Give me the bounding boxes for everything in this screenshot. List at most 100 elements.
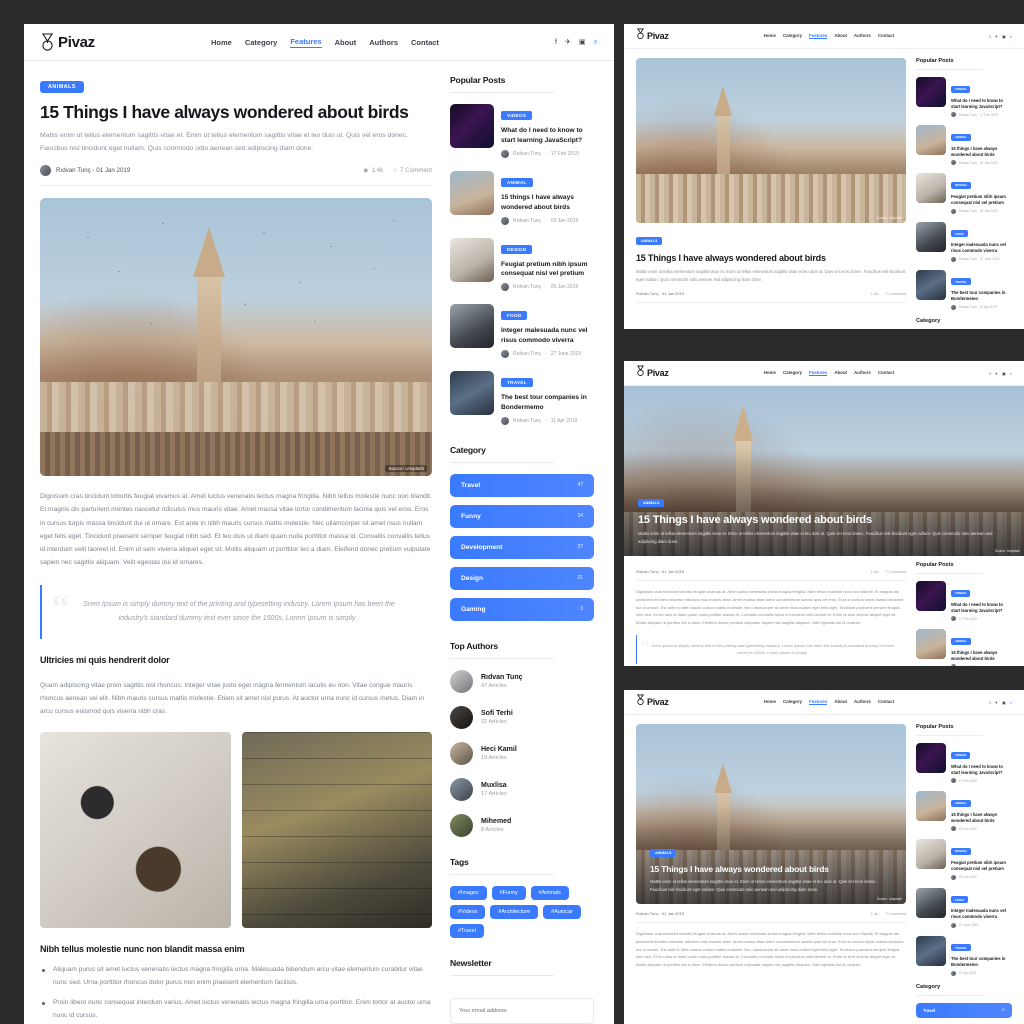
twitter-icon[interactable]: ✈ [995,371,998,376]
post-title[interactable]: 15 things I have always wondered about b… [951,146,1012,158]
list-item[interactable]: FOOD Integer malesuada nunc vel risus co… [450,304,594,358]
facebook-icon[interactable]: f [989,34,990,39]
list-item[interactable]: DESIGN Feugiat pretium nibh ipsum consequ… [916,173,1012,213]
post-title[interactable]: The best tour companies in Bondermemo [951,290,1012,302]
post-badge[interactable]: DESIGN [501,245,532,254]
list-item[interactable]: TRAVEL The best tour companies in Bonderm… [916,270,1012,310]
article-category-badge[interactable]: ANIMALS [650,849,676,857]
nav-item-about[interactable]: About [834,699,847,705]
nav-item-contact[interactable]: Contact [878,370,894,376]
post-title[interactable]: Integer malesuada nunc vel risus commodo… [501,326,594,346]
nav-item-authors[interactable]: Authors [369,38,398,47]
post-badge[interactable]: DESIGN [951,848,971,855]
instagram-icon[interactable]: ▣ [1002,700,1006,705]
post-title[interactable]: The best tour companies in Bondermemo [951,956,1012,968]
list-item[interactable]: FOOD Integer malesuada nunc vel risus com… [916,888,1012,928]
post-title[interactable]: What do I need to know to start learning… [951,764,1012,776]
twitter-icon[interactable]: ✈ [565,38,571,46]
article-category-badge[interactable]: ANIMALS [40,81,84,93]
article-category-badge[interactable]: ANIMALS [638,499,664,507]
preview-variant-1[interactable]: Pivaz Home Category Features About Autho… [624,24,1024,329]
category-item-travel[interactable]: Travel47 [450,474,594,497]
preview-variant-2[interactable]: Pivaz Home Category Features About Autho… [624,361,1024,666]
list-item[interactable]: ANIMAL 15 things I have always wondered … [450,171,594,225]
nav-item-contact[interactable]: Contact [878,699,894,705]
site-logo[interactable]: Pivaz [636,27,669,45]
post-title[interactable]: Integer malesuada nunc vel risus commodo… [951,242,1012,254]
nav-item-authors[interactable]: Authors [854,699,871,705]
nav-item-contact[interactable]: Contact [878,33,894,39]
category-item-gaming[interactable]: Gaming3 [450,598,594,621]
nav-item-about[interactable]: About [335,38,357,47]
post-title[interactable]: Feugiat pretium nibh ipsum consequat nis… [501,260,594,280]
article-author[interactable]: Rıdvan Tunç - 01 Jan 2019 [40,165,130,176]
post-badge[interactable]: VIDEOS [951,752,970,759]
post-title[interactable]: Feugiat pretium nibh ipsum consequat nis… [951,194,1012,206]
site-logo[interactable]: Pivaz [636,693,669,711]
list-item[interactable]: VIDEOS What do I need to know to start le… [916,743,1012,783]
list-item[interactable]: TRAVEL The best tour companies in Bonder… [450,371,594,425]
post-title[interactable]: What do I need to know to start learning… [951,98,1012,110]
nav-item-authors[interactable]: Authors [854,370,871,376]
instagram-icon[interactable]: ▣ [1002,34,1006,39]
post-title[interactable]: What do I need to know to start learning… [951,602,1012,614]
tag-videos[interactable]: #Videos [450,905,485,919]
nav-item-authors[interactable]: Authors [854,33,871,39]
tag-autocar[interactable]: #Autocar [543,905,581,919]
search-icon[interactable]: ⌕ [1010,34,1012,39]
tag-images[interactable]: #Images [450,886,487,900]
post-badge[interactable]: ANIMAL [501,178,533,187]
category-item-funny[interactable]: Funny34 [450,505,594,528]
category-item-development[interactable]: Development27 [450,536,594,559]
post-badge[interactable]: FOOD [951,896,968,903]
category-item-travel[interactable]: Travel47 [916,1003,1012,1018]
list-item[interactable]: ANIMAL15 things I have always wondered a… [916,791,1012,831]
list-item[interactable]: VIDEOS What do I need to know to start le… [916,581,1012,621]
article-category-badge[interactable]: ANIMALS [636,237,662,245]
instagram-icon[interactable]: ▣ [1002,371,1006,376]
list-item[interactable]: Heci Kamil19 Articles [450,742,594,765]
nav-item-contact[interactable]: Contact [411,38,439,47]
search-icon[interactable]: ⌕ [1010,371,1012,376]
nav-item-category[interactable]: Category [245,38,278,47]
post-title[interactable]: What do I need to know to start learning… [501,126,594,146]
email-field[interactable] [450,998,594,1024]
post-title[interactable]: Feugiat pretium nibh ipsum consequat nis… [951,860,1012,872]
nav-item-home[interactable]: Home [764,699,776,705]
post-title[interactable]: 15 things I have always wondered about b… [951,812,1012,824]
list-item[interactable]: Mihemed9 Articles [450,814,594,837]
post-title[interactable]: 15 things I have always wondered about b… [501,193,594,213]
post-badge[interactable]: VIDEOS [501,111,532,120]
site-logo[interactable]: Pivaz [636,364,669,382]
post-badge[interactable]: TRAVEL [951,278,971,285]
list-item[interactable]: Rıdvan Tunç47 Articles [450,670,594,693]
post-badge[interactable]: DESIGN [951,182,971,189]
nav-item-category[interactable]: Category [783,33,802,39]
nav-item-category[interactable]: Category [783,699,802,705]
list-item[interactable]: TRAVEL The best tour companies in Bonderm… [916,936,1012,976]
twitter-icon[interactable]: ✈ [995,700,998,705]
facebook-icon[interactable]: f [555,39,557,46]
list-item[interactable]: Sofi Terhi32 Articles [450,706,594,729]
post-badge[interactable]: VIDEOS [951,590,970,597]
post-badge[interactable]: TRAVEL [501,378,533,387]
nav-item-about[interactable]: About [834,33,847,39]
post-badge[interactable]: ANIMAL [951,638,971,645]
twitter-icon[interactable]: ✈ [995,34,998,39]
list-item[interactable]: VIDEOS What do I need to know to start le… [916,77,1012,117]
nav-item-features[interactable]: Features [809,370,827,376]
preview-variant-3[interactable]: Pivaz Home Category Features About Autho… [624,690,1024,1024]
nav-item-home[interactable]: Home [764,33,776,39]
nav-item-home[interactable]: Home [764,370,776,376]
post-badge[interactable]: VIDEOS [951,86,970,93]
nav-item-features[interactable]: Features [809,33,827,39]
site-logo[interactable]: Pivaz [40,33,95,52]
list-item[interactable]: DESIGN Feugiat pretium nibh ipsum conseq… [450,238,594,292]
post-title[interactable]: The best tour companies in Bondermemo [501,393,594,413]
nav-item-features[interactable]: Features [290,37,321,48]
post-badge[interactable]: TRAVEL [951,944,971,951]
facebook-icon[interactable]: f [989,371,990,376]
post-title[interactable]: Integer malesuada nunc vel risus commodo… [951,908,1012,920]
list-item[interactable]: VIDEOS What do I need to know to start l… [450,104,594,158]
list-item[interactable]: DESIGN Feugiat pretium nibh ipsum consequ… [916,839,1012,879]
